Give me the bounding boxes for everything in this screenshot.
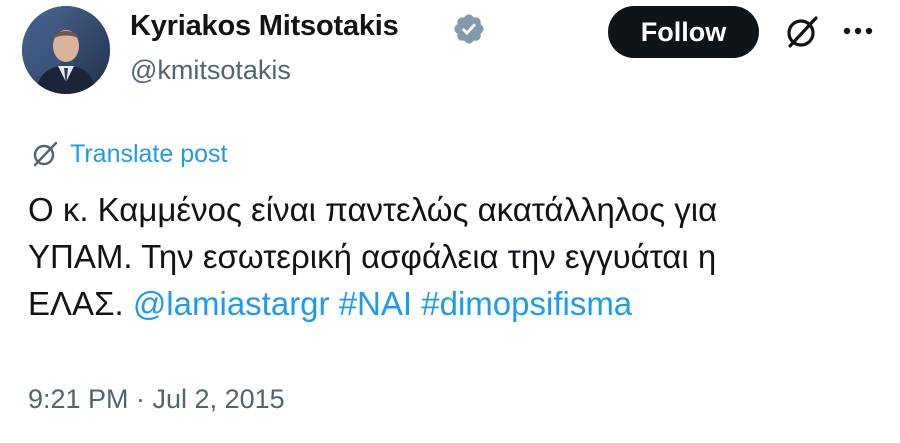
tweet-card: Kyriakos Mitsotakis @kmitsotakis Follow … <box>0 0 900 443</box>
avatar-photo-icon <box>22 6 110 94</box>
post-text: Ο κ. Καμμένος είναι παντελώς ακατάλληλος… <box>28 186 888 327</box>
hashtag-link[interactable]: #ΝΑΙ <box>339 285 412 322</box>
hashtag-link[interactable]: #dimopsifisma <box>421 285 632 322</box>
follow-button[interactable]: Follow <box>608 6 759 58</box>
avatar[interactable] <box>22 6 110 94</box>
more-options-icon[interactable] <box>838 16 878 46</box>
mention-link[interactable]: @lamiastargr <box>133 285 330 322</box>
post-timestamp[interactable]: 9:21 PM · Jul 2, 2015 <box>28 384 285 415</box>
post-text-line: Ο κ. Καμμένος είναι παντελώς ακατάλληλος… <box>28 191 718 228</box>
display-name[interactable]: Kyriakos Mitsotakis <box>130 10 399 43</box>
translate-icon <box>33 141 58 167</box>
translate-label: Translate post <box>70 139 228 168</box>
handle[interactable]: @kmitsotakis <box>130 55 291 86</box>
grok-icon[interactable] <box>782 12 822 52</box>
translate-post-link[interactable]: Translate post <box>30 136 227 172</box>
post-text-line: ΕΛΑΣ. @lamiastargr #ΝΑΙ #dimopsifisma <box>28 280 888 327</box>
post-text-segment: ΕΛΑΣ. <box>28 285 133 322</box>
post-text-line: ΥΠΑΜ. Την εσωτερική ασφάλεια την εγγυάτα… <box>28 238 717 275</box>
verified-badge-icon[interactable] <box>452 12 486 46</box>
